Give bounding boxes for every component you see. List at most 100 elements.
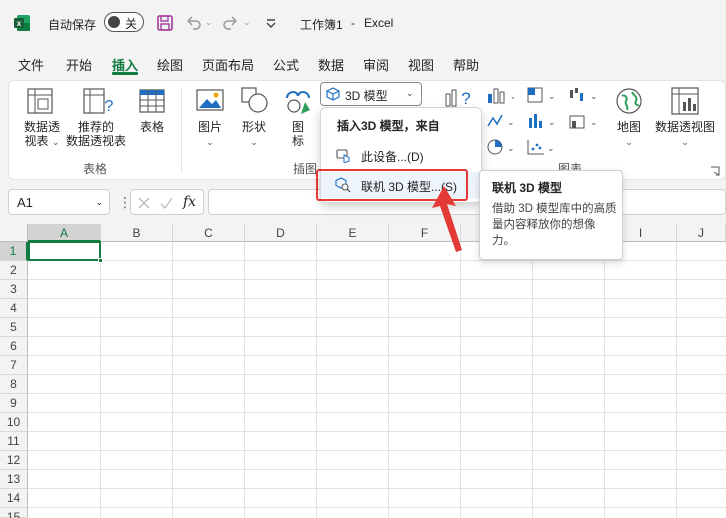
picture-dropdown-icon[interactable]: ⌄	[190, 134, 230, 149]
recommended-pivot-icon[interactable]: ?	[82, 87, 114, 115]
map-icon[interactable]	[614, 86, 644, 116]
annotation-arrow-icon	[432, 186, 462, 252]
save-icon[interactable]	[156, 14, 174, 32]
row-header-7[interactable]: 7	[0, 356, 28, 375]
row-header-10[interactable]: 10	[0, 413, 28, 432]
recommended-pivot-label-1[interactable]: 推荐的	[64, 120, 128, 134]
pivot-table-icon[interactable]	[26, 87, 54, 115]
row-header-15[interactable]: 15	[0, 508, 28, 518]
column-header-j[interactable]: J	[677, 224, 726, 242]
row-header-13[interactable]: 13	[0, 470, 28, 489]
svg-text:?: ?	[105, 98, 114, 115]
redo-dropdown-icon[interactable]: ⌄	[243, 17, 251, 28]
pie-chart-icon[interactable]: ⌄	[486, 138, 514, 156]
scatter-chart-icon[interactable]: ⌄	[526, 138, 554, 156]
row-header-11[interactable]: 11	[0, 432, 28, 451]
row-header-14[interactable]: 14	[0, 489, 28, 508]
waterfall-chart-icon[interactable]: ⌄	[568, 86, 598, 104]
name-box-value: A1	[17, 195, 33, 210]
grid-line	[532, 242, 533, 518]
customize-toolbar-icon[interactable]	[262, 14, 280, 32]
column-header-a[interactable]: A	[28, 224, 101, 242]
pivot-chart-dropdown-icon[interactable]: ⌄	[652, 134, 718, 149]
row-header-12[interactable]: 12	[0, 451, 28, 470]
autosave-toggle[interactable]: 关	[104, 12, 144, 32]
row-header-1[interactable]: 1	[0, 242, 28, 261]
undo-icon[interactable]	[184, 14, 202, 32]
row-header-9[interactable]: 9	[0, 394, 28, 413]
dialog-launcher-icon[interactable]	[710, 166, 720, 176]
menu-item-this-device[interactable]: 此设备...(D)	[321, 142, 481, 168]
name-box[interactable]: A1 ⌄	[8, 189, 110, 215]
grid-line	[28, 412, 726, 413]
insert-function-button[interactable]: fx	[183, 194, 196, 210]
tab-data[interactable]: 数据	[318, 55, 344, 74]
tab-review[interactable]: 审阅	[363, 55, 389, 74]
toggle-state-label: 关	[125, 17, 138, 31]
icons-icon[interactable]	[283, 86, 313, 116]
shapes-icon[interactable]	[240, 86, 270, 114]
map-dropdown-icon[interactable]: ⌄	[611, 134, 647, 149]
pivot-chart-label[interactable]: 数据透视图	[652, 120, 718, 134]
table-label[interactable]: 表格	[132, 120, 172, 134]
worksheet-grid[interactable]: A B C D E F G H I J 1 2 3 4 5 6 7 8 9 10…	[0, 224, 726, 518]
row-header-2[interactable]: 2	[0, 261, 28, 280]
icons-label-2[interactable]: 标	[288, 134, 308, 148]
grid-line	[100, 242, 101, 518]
tab-help[interactable]: 帮助	[453, 55, 479, 74]
recommended-charts-icon[interactable]: ?	[444, 86, 474, 108]
line-chart-icon[interactable]: ⌄	[486, 112, 514, 130]
enter-icon[interactable]	[159, 196, 173, 210]
tab-page-layout[interactable]: 页面布局	[202, 55, 254, 74]
grid-line	[28, 279, 726, 280]
title-separator: -	[351, 16, 355, 30]
cancel-icon[interactable]	[137, 196, 151, 210]
picture-icon[interactable]	[196, 88, 224, 112]
row-header-6[interactable]: 6	[0, 337, 28, 356]
3d-cube-icon	[326, 87, 340, 101]
pivot-table-label-1[interactable]: 数据透	[20, 120, 64, 134]
row-header-3[interactable]: 3	[0, 280, 28, 299]
column-header-c[interactable]: C	[173, 224, 245, 242]
column-header-b[interactable]: B	[101, 224, 173, 242]
svg-text:⌄: ⌄	[548, 91, 554, 101]
shapes-dropdown-icon[interactable]: ⌄	[234, 134, 274, 149]
recommended-pivot-label-2[interactable]: 数据透视表	[64, 134, 128, 148]
tab-home[interactable]: 开始	[66, 55, 92, 74]
redo-icon[interactable]	[222, 14, 240, 32]
grid-line	[604, 242, 605, 518]
shapes-label[interactable]: 形状	[234, 120, 274, 134]
svg-text:x: x	[17, 19, 22, 28]
row-header-5[interactable]: 5	[0, 318, 28, 337]
row-header-8[interactable]: 8	[0, 375, 28, 394]
hierarchy-chart-icon[interactable]: ⌄	[526, 86, 554, 104]
group-tables-label: 表格	[82, 162, 107, 176]
column-header-d[interactable]: D	[245, 224, 317, 242]
table-icon[interactable]	[138, 87, 166, 115]
grid-line	[316, 242, 317, 518]
icons-label-1[interactable]: 图	[288, 120, 308, 134]
active-cell-a1[interactable]	[28, 241, 103, 263]
combo-chart-icon[interactable]: ⌄	[568, 112, 598, 130]
column-header-e[interactable]: E	[317, 224, 389, 242]
svg-text:?: ?	[461, 89, 470, 108]
grid-line	[28, 298, 726, 299]
undo-dropdown-icon[interactable]: ⌄	[205, 17, 213, 28]
tab-file[interactable]: 文件	[18, 55, 44, 74]
pivot-table-label-2[interactable]: 视表 ⌄	[20, 134, 64, 149]
3d-models-button[interactable]: 3D 模型 ⌄	[320, 82, 422, 106]
fill-handle[interactable]	[98, 258, 103, 263]
select-all-corner[interactable]	[0, 224, 28, 242]
tab-formulas[interactable]: 公式	[273, 55, 299, 74]
picture-label[interactable]: 图片	[190, 120, 230, 134]
tab-view[interactable]: 视图	[408, 55, 434, 74]
grid-line	[28, 355, 726, 356]
pivot-chart-icon[interactable]	[670, 86, 700, 116]
tab-draw[interactable]: 绘图	[157, 55, 183, 74]
chevron-down-icon: ⌄	[406, 88, 414, 98]
row-header-4[interactable]: 4	[0, 299, 28, 318]
map-label[interactable]: 地图	[611, 120, 647, 134]
statistic-chart-icon[interactable]: ⌄	[526, 112, 554, 130]
ribbon-divider	[181, 88, 182, 172]
column-chart-icon[interactable]: ⌄	[486, 86, 514, 104]
